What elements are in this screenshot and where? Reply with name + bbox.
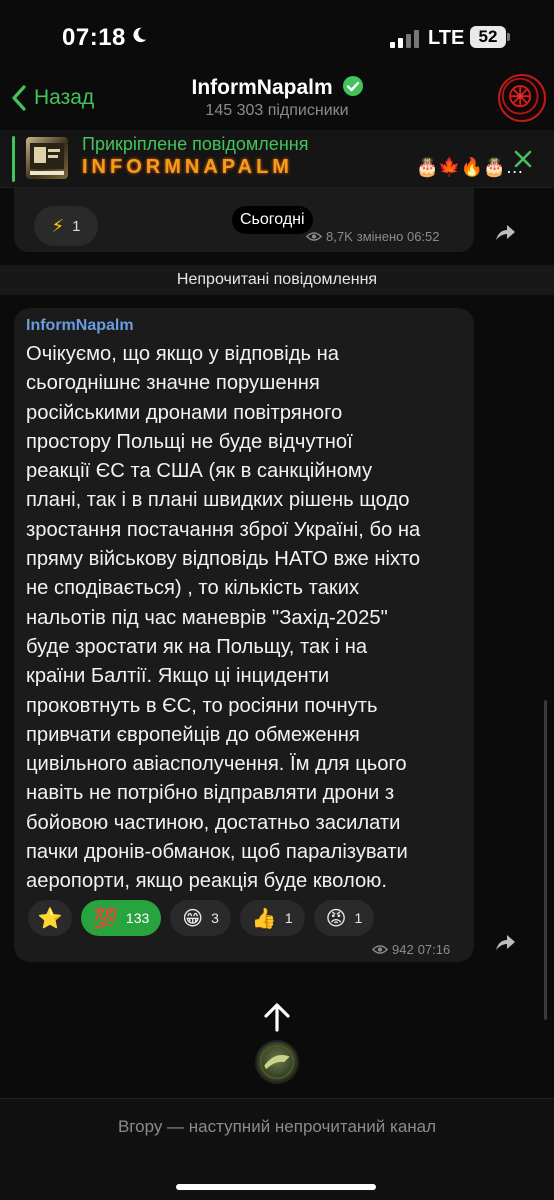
moon-icon xyxy=(133,27,147,43)
pinned-label: Прикріплене повідомлення xyxy=(82,134,309,154)
pinned-text: INFORMNAPALM xyxy=(82,156,293,178)
angry-icon: 😡 xyxy=(325,907,347,930)
reaction-count: 1 xyxy=(284,910,293,926)
unread-divider: Непрочитані повідомлення xyxy=(0,265,554,295)
close-icon[interactable] xyxy=(512,148,534,170)
channel-title[interactable]: InformNapalm xyxy=(0,76,554,100)
next-channel-hint[interactable]: Вгору — наступний непрочитаний канал xyxy=(0,1117,554,1137)
chat-header: Назад InformNapalm 145 303 підписники xyxy=(0,74,554,126)
message-line: нальотів під час маневрів "Захід-2025" xyxy=(26,606,388,629)
pinned-emoji: 🎂🍁🔥🎂… xyxy=(416,157,524,177)
message-line: сьогоднішнє значне порушення xyxy=(26,372,320,395)
message-line: не сподівається) , то кількість таких xyxy=(26,577,360,600)
scrollbar[interactable] xyxy=(544,700,547,1020)
home-indicator[interactable] xyxy=(176,1184,376,1190)
share-icon[interactable] xyxy=(494,222,516,244)
message-line: цивільного авіасполучення. Їм для цього xyxy=(26,753,407,776)
message-line: російськими дронами повітряного xyxy=(26,401,343,424)
channel-avatar[interactable] xyxy=(498,74,546,122)
subscriber-count: 145 303 підписники xyxy=(205,102,349,119)
message-line: Очікуємо, що якщо у відповідь на xyxy=(26,343,340,365)
verified-icon xyxy=(342,76,363,96)
star-icon: ⭐ xyxy=(37,907,63,930)
reaction-count: 1 xyxy=(72,217,81,235)
message-meta: 8,7K змінено 06:52 xyxy=(306,229,440,244)
arrow-up-icon xyxy=(264,1003,290,1032)
date-badge: Сьогодні xyxy=(232,206,313,234)
thumbs-up-icon: 👍 xyxy=(251,907,277,930)
message-line: аеропорти, якщо реакція буде кволою. xyxy=(26,870,387,893)
pinned-indicator xyxy=(12,136,15,182)
channel-name: InformNapalm xyxy=(191,76,333,99)
message-line: привчати європейців до обмеження xyxy=(26,723,360,746)
message-text: Очікуємо, що якщо у відповідь на сьогодн… xyxy=(26,340,472,897)
reaction-angry[interactable]: 😡 1 xyxy=(313,900,375,936)
signal-icon xyxy=(390,28,420,48)
reaction-grin[interactable]: 😁 3 xyxy=(170,900,231,936)
message-line: реакції ЄС та США (як в санкційному xyxy=(26,460,373,483)
status-bar: 07:18 LTE 52 xyxy=(0,0,554,76)
view-count: 942 xyxy=(392,942,414,957)
message-line: країни Балтії. Якщо ці інциденти xyxy=(26,665,330,688)
eye-icon xyxy=(306,232,322,241)
message-line: зростання постачання зброї Україні, бо н… xyxy=(26,518,421,541)
reaction-count: 133 xyxy=(125,910,150,926)
pinned-message[interactable]: Прикріплене повідомлення INFORMNAPALM 🎂🍁… xyxy=(0,130,554,188)
next-channel-avatar[interactable] xyxy=(255,1040,299,1084)
reaction-hundred[interactable]: 💯 133 xyxy=(81,900,162,936)
reaction-thumbs-up[interactable]: 👍 1 xyxy=(239,900,305,936)
battery-tip xyxy=(507,33,510,41)
message-line: плані, так і в плані швидких рішень щодо xyxy=(26,489,410,512)
view-count: 8,7K xyxy=(326,229,353,244)
lightning-icon: ⚡ xyxy=(51,215,65,236)
message-time: 07:16 xyxy=(417,942,451,957)
hundred-icon: 💯 xyxy=(93,907,118,930)
message-line: навіть не потрібно відправляти дрони з xyxy=(26,782,395,805)
message-sender[interactable]: InformNapalm xyxy=(26,317,134,335)
message-line: простору Польщі не буде відчутної xyxy=(26,430,353,453)
network-type: LTE xyxy=(428,27,465,49)
reaction-count: 3 xyxy=(211,910,219,926)
reaction-chip[interactable]: ⚡ 1 xyxy=(34,206,98,246)
pinned-thumbnail xyxy=(26,137,68,179)
grin-icon: 😁 xyxy=(182,907,204,930)
reaction-star[interactable]: ⭐ xyxy=(28,900,72,936)
message-meta: 942 07:16 xyxy=(372,942,450,957)
share-icon[interactable] xyxy=(494,932,516,954)
edited-time: змінено 06:52 xyxy=(356,229,440,244)
reactions-row: ⭐ 💯 133 😁 3 👍 1 😡 1 xyxy=(28,900,375,936)
reaction-count: 1 xyxy=(354,910,363,926)
eye-icon xyxy=(372,945,388,954)
message-line: проковтнуть в ЄС, то росіяни почнуть xyxy=(26,694,378,717)
message-line: бойовою частиною, достатньо засилати xyxy=(26,811,401,834)
message-line: пачки дронів-обманок, щоб паралізувати xyxy=(26,841,408,864)
battery-icon: 52 xyxy=(470,26,506,48)
message-line: буде зростати як на Польщу, так і на xyxy=(26,635,368,658)
message-line: пряму військову відповідь НАТО вже ніхто xyxy=(26,548,421,571)
status-time: 07:18 xyxy=(62,24,126,51)
